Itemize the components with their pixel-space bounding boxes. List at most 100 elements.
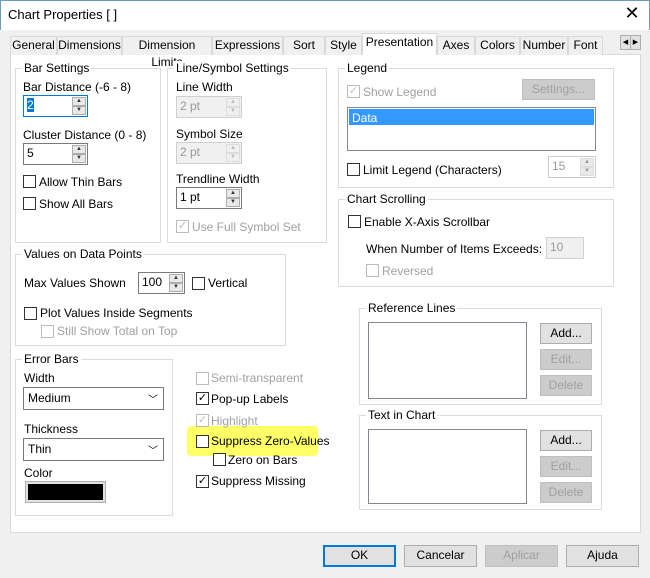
cancel-button[interactable]: Cancelar xyxy=(404,545,477,567)
spinner[interactable]: ▲ ▼ xyxy=(72,97,86,115)
color-label: Color xyxy=(24,466,53,480)
close-icon[interactable]: ✕ xyxy=(622,3,642,24)
reversed-label: Reversed xyxy=(382,264,434,278)
group-title: Error Bars xyxy=(22,352,81,366)
show-legend-checkbox[interactable]: ✓ xyxy=(347,85,360,98)
thickness-label: Thickness xyxy=(24,422,79,436)
spinner[interactable]: ▲ ▼ xyxy=(226,98,240,116)
reference-lines-list[interactable] xyxy=(368,322,527,399)
limit-legend-input[interactable]: 15 ▲ ▼ xyxy=(548,156,596,178)
spinner[interactable]: ▲ ▼ xyxy=(72,145,86,163)
still-show-total-label: Still Show Total on Top xyxy=(57,324,178,338)
allow-thin-bars-label: Allow Thin Bars xyxy=(39,175,123,189)
color-button[interactable] xyxy=(25,481,106,503)
show-all-bars-checkbox[interactable] xyxy=(23,197,36,210)
tab-general[interactable]: General xyxy=(10,36,57,55)
still-show-total-checkbox[interactable] xyxy=(41,325,54,338)
exceeds-label: When Number of Items Exceeds: xyxy=(366,242,543,256)
bar-distance-value: 2 xyxy=(27,98,34,112)
reference-add-button[interactable]: Add... xyxy=(540,323,592,344)
tab-scroll-right-icon[interactable]: ▶ xyxy=(630,35,641,50)
text-delete-button[interactable]: Delete xyxy=(540,482,592,503)
line-width-input[interactable]: 2 pt ▲ ▼ xyxy=(176,96,242,118)
text-add-button[interactable]: Add... xyxy=(540,430,592,451)
line-width-value: 2 pt xyxy=(180,99,201,113)
legend-list-item[interactable]: Data xyxy=(349,109,594,125)
tab-presentation[interactable]: Presentation xyxy=(362,33,437,55)
show-legend-label: Show Legend xyxy=(363,85,437,99)
cluster-distance-input[interactable]: 5 ▲ ▼ xyxy=(23,143,88,165)
max-values-value: 100 xyxy=(142,275,163,289)
legend-list[interactable]: Data xyxy=(347,107,596,151)
enable-scrollbar-checkbox[interactable] xyxy=(348,215,361,228)
apply-button[interactable]: Aplicar xyxy=(485,545,558,567)
limit-legend-checkbox[interactable] xyxy=(347,163,360,176)
reference-delete-button[interactable]: Delete xyxy=(540,375,592,396)
width-select[interactable]: Medium ﹀ xyxy=(23,387,164,410)
line-width-label: Line Width xyxy=(176,80,233,94)
text-edit-button[interactable]: Edit... xyxy=(540,456,592,477)
limit-legend-label: Limit Legend (Characters) xyxy=(363,163,502,177)
help-button[interactable]: Ajuda xyxy=(566,545,639,567)
popup-labels-checkbox[interactable]: ✓ xyxy=(196,392,209,405)
trendline-width-input[interactable]: 1 pt ▲ ▼ xyxy=(176,187,242,209)
use-full-symbol-set-checkbox[interactable]: ✓ xyxy=(176,220,189,233)
suppress-missing-label: Suppress Missing xyxy=(211,474,306,488)
group-title: Bar Settings xyxy=(22,61,92,75)
plot-inside-checkbox[interactable] xyxy=(24,307,37,320)
group-title: Values on Data Points xyxy=(22,247,144,261)
spinner[interactable]: ▲ ▼ xyxy=(169,274,183,292)
tab-number[interactable]: Number xyxy=(520,36,568,55)
spinner[interactable]: ▲ ▼ xyxy=(580,158,594,176)
symbol-size-label: Symbol Size xyxy=(176,127,243,141)
spinner[interactable]: ▲ ▼ xyxy=(226,189,240,207)
suppress-zero-checkbox[interactable] xyxy=(196,435,209,448)
ok-button[interactable]: OK xyxy=(323,545,396,567)
tab-style[interactable]: Style xyxy=(325,36,362,55)
reference-edit-button[interactable]: Edit... xyxy=(540,349,592,370)
chevron-down-icon: ﹀ xyxy=(148,395,158,406)
window-title: Chart Properties [ ] xyxy=(8,7,118,22)
show-all-bars-label: Show All Bars xyxy=(39,197,114,211)
tab-expressions[interactable]: Expressions xyxy=(212,36,283,55)
highlight-label: Highlight xyxy=(211,414,258,428)
vertical-checkbox[interactable] xyxy=(192,277,205,290)
allow-thin-bars-checkbox[interactable] xyxy=(23,175,36,188)
trendline-width-value: 1 pt xyxy=(180,190,201,204)
cluster-distance-label: Cluster Distance (0 - 8) xyxy=(23,128,147,142)
semi-transparent-checkbox[interactable] xyxy=(196,372,209,385)
highlight-checkbox[interactable]: ✓ xyxy=(196,414,209,427)
color-swatch xyxy=(28,484,103,500)
bar-distance-input[interactable]: 2 ▲ ▼ xyxy=(23,95,88,117)
text-in-chart-list[interactable] xyxy=(368,429,527,504)
trendline-width-label: Trendline Width xyxy=(176,172,260,186)
suppress-missing-checkbox[interactable]: ✓ xyxy=(196,475,209,488)
use-full-symbol-set-label: Use Full Symbol Set xyxy=(192,220,301,234)
plot-inside-label: Plot Values Inside Segments xyxy=(40,306,193,320)
symbol-size-input[interactable]: 2 pt ▲ ▼ xyxy=(176,142,242,164)
thickness-select[interactable]: Thin ﹀ xyxy=(23,438,164,461)
spinner[interactable]: ▲ ▼ xyxy=(226,144,240,162)
reversed-checkbox[interactable] xyxy=(366,264,379,277)
bar-distance-label: Bar Distance (-6 - 8) xyxy=(23,80,132,94)
tab-sort[interactable]: Sort xyxy=(283,36,325,55)
group-title: Line/Symbol Settings xyxy=(174,61,291,75)
legend-settings-button[interactable]: Settings... xyxy=(522,79,595,100)
enable-scrollbar-label: Enable X-Axis Scrollbar xyxy=(364,215,491,229)
semi-transparent-label: Semi-transparent xyxy=(211,371,304,385)
tab-dimensions[interactable]: Dimensions xyxy=(57,36,122,55)
exceeds-input[interactable]: 10 xyxy=(546,237,584,259)
tab-font[interactable]: Font xyxy=(568,36,603,55)
max-values-label: Max Values Shown xyxy=(24,276,126,290)
width-value: Medium xyxy=(28,391,71,405)
cluster-distance-value: 5 xyxy=(27,146,34,160)
zero-on-bars-checkbox[interactable] xyxy=(213,453,226,466)
zero-on-bars-label: Zero on Bars xyxy=(228,453,298,467)
tab-dimension-limits[interactable]: Dimension Limits xyxy=(122,36,212,69)
max-values-input[interactable]: 100 ▲ ▼ xyxy=(138,272,185,294)
symbol-size-value: 2 pt xyxy=(180,145,201,159)
tab-axes[interactable]: Axes xyxy=(437,36,475,55)
width-label: Width xyxy=(24,371,55,385)
chevron-down-icon: ﹀ xyxy=(148,446,158,457)
tab-colors[interactable]: Colors xyxy=(475,36,520,55)
